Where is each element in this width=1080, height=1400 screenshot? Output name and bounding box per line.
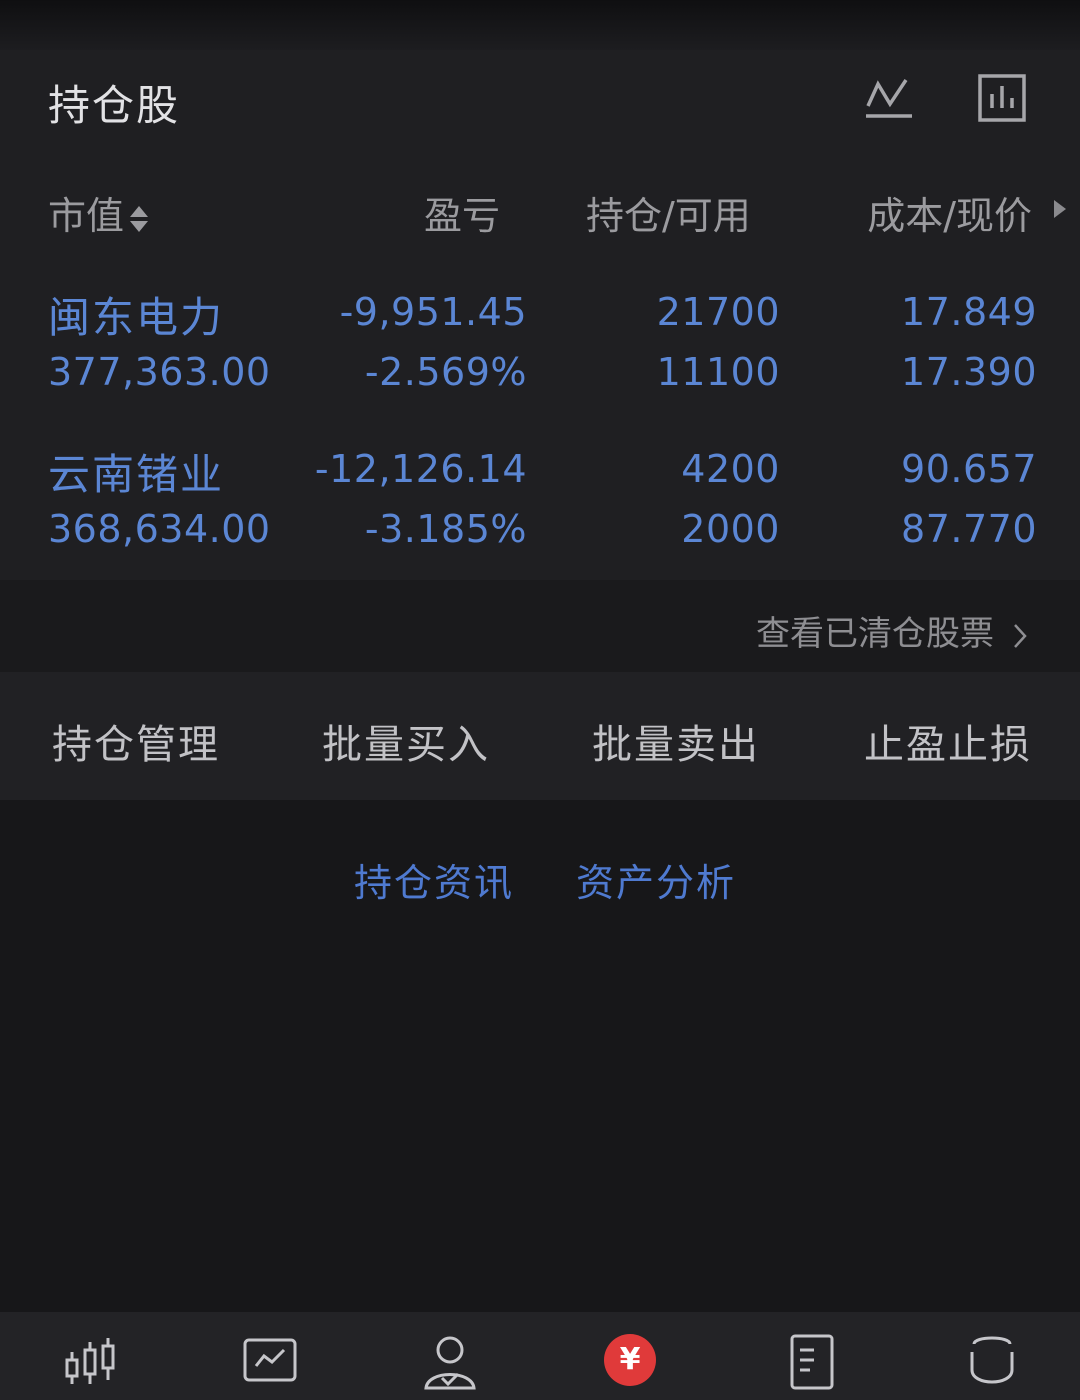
chart-icon[interactable] (242, 1332, 298, 1392)
market-value: 368,634.00 (48, 507, 271, 551)
stock-name: 云南锗业 (48, 450, 225, 499)
bar-chart-icon[interactable] (974, 70, 1030, 126)
current-price: 87.770 (901, 507, 1037, 551)
user-icon[interactable] (422, 1332, 478, 1392)
batch-buy-button[interactable]: 批量买入 (322, 712, 490, 770)
cup-icon[interactable] (964, 1332, 1020, 1392)
holding-actions-bar: 持仓管理 批量买入 批量卖出 止盈止损 (0, 672, 1080, 800)
profit-loss-pct: -2.569% (364, 350, 527, 394)
bottom-tab-bar: ¥ (0, 1312, 1080, 1400)
view-cleared-stocks-label: 查看已清仓股票 (756, 614, 994, 654)
top-strip (0, 0, 1080, 50)
position: 21700 (656, 290, 780, 334)
profit-loss: -12,126.14 (314, 447, 527, 491)
yuan-icon[interactable]: ¥ (604, 1334, 656, 1386)
column-market-value[interactable]: 市值 (48, 185, 150, 240)
trend-chart-icon[interactable] (862, 70, 918, 126)
app-screen: 持仓股 市值 盈亏 持仓/可用 成本/现价 闽东电力 377,363.00 -9… (0, 0, 1080, 1400)
batch-sell-button[interactable]: 批量卖出 (592, 712, 760, 770)
chevron-right-icon (1014, 623, 1027, 648)
holding-row[interactable]: 云南锗业 368,634.00 -12,126.14 -3.185% 4200 … (0, 435, 1080, 565)
card-header: 持仓股 (0, 50, 1080, 155)
candlestick-icon[interactable] (62, 1332, 118, 1392)
document-icon[interactable] (784, 1332, 840, 1392)
current-price: 17.390 (901, 350, 1037, 394)
column-market-value-label: 市值 (48, 194, 125, 238)
profit-loss-pct: -3.185% (364, 507, 527, 551)
take-profit-stop-loss-button[interactable]: 止盈止损 (864, 712, 1032, 770)
position-management-button[interactable]: 持仓管理 (52, 712, 220, 770)
holdings-card: 持仓股 市值 盈亏 持仓/可用 成本/现价 闽东电力 377,363.00 -9… (0, 50, 1080, 580)
position: 4200 (681, 447, 780, 491)
cost: 17.849 (901, 290, 1037, 334)
stock-name: 闽东电力 (48, 293, 225, 342)
profit-loss: -9,951.45 (339, 290, 527, 334)
column-position-available[interactable]: 持仓/可用 (586, 185, 751, 240)
sort-icon (130, 205, 149, 232)
cost: 90.657 (901, 447, 1037, 491)
holding-row[interactable]: 闽东电力 377,363.00 -9,951.45 -2.569% 21700 … (0, 278, 1080, 408)
market-value: 377,363.00 (48, 350, 271, 394)
page-title: 持仓股 (48, 81, 181, 130)
available: 2000 (681, 507, 780, 551)
view-cleared-stocks-link[interactable]: 查看已清仓股票 (756, 606, 1028, 655)
available: 11100 (656, 350, 780, 394)
column-profit-loss[interactable]: 盈亏 (424, 185, 500, 240)
asset-analysis-link[interactable]: 资产分析 (576, 852, 736, 907)
cleared-stocks-area: 查看已清仓股票 (0, 580, 1080, 672)
column-cost-price[interactable]: 成本/现价 (867, 185, 1032, 240)
scroll-right-icon[interactable] (1052, 198, 1068, 220)
holding-news-link[interactable]: 持仓资讯 (354, 852, 514, 907)
